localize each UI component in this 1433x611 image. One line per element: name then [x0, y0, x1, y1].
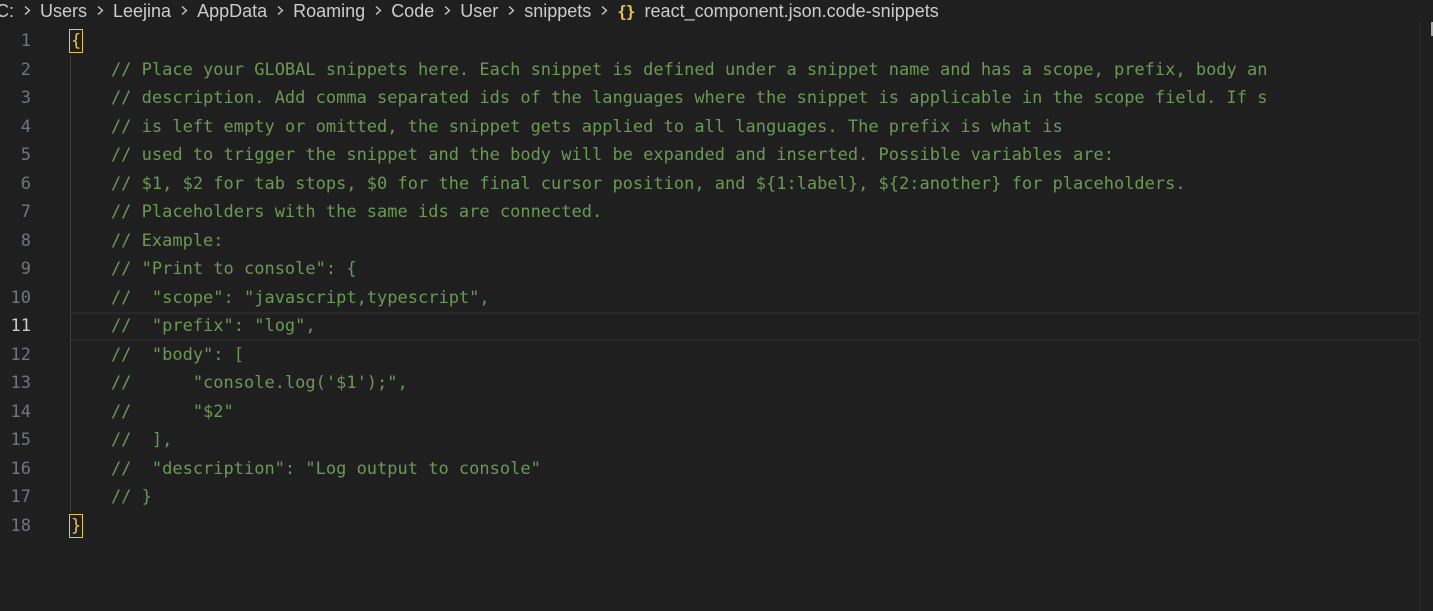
comment-text: // $1, $2 for tab stops, $0 for the fina… — [70, 173, 1186, 194]
bracket-match: } — [69, 512, 84, 541]
bracket-match: { — [69, 27, 84, 56]
line-number: 5 — [20, 145, 31, 165]
line-number: 18 — [10, 515, 31, 536]
comment-text: // Placeholders with the same ids are co… — [70, 202, 603, 222]
code-line[interactable]: 6 // $1, $2 for tab stops, $0 for the fi… — [0, 170, 1420, 199]
matched-brace: } — [69, 513, 84, 538]
code-line[interactable]: 7 // Placeholders with the same ids are … — [0, 198, 1420, 227]
breadcrumb-item-appdata[interactable]: AppData — [197, 1, 267, 22]
line-number: 10 — [10, 287, 31, 308]
line-number: 11 — [10, 316, 31, 336]
line-number: 16 — [10, 458, 31, 479]
chevron-right-icon — [600, 5, 609, 15]
line-number: 12 — [10, 344, 31, 365]
code-line[interactable]: 17 // } — [0, 483, 1420, 512]
chevron-right-icon — [443, 5, 452, 15]
chevron-right-icon — [276, 5, 285, 15]
breadcrumb-item-users[interactable]: Users — [40, 1, 87, 22]
code-line[interactable]: 10 // "scope": "javascript,typescript", — [0, 284, 1420, 313]
breadcrumb-item-user-folder[interactable]: Leejina — [113, 1, 171, 22]
comment-text: // "console.log('$1');", — [70, 373, 408, 393]
code-line[interactable]: 13 // "console.log('$1');", — [0, 369, 1420, 398]
line-number: 7 — [20, 202, 31, 222]
code-editor[interactable]: 1{2 // Place your GLOBAL snippets here. … — [0, 27, 1433, 611]
comment-text: // "body": [ — [70, 344, 244, 365]
chevron-right-icon — [180, 5, 189, 15]
code-line[interactable]: 12 // "body": [ — [0, 341, 1420, 370]
line-number: 8 — [20, 230, 31, 251]
code-line[interactable]: 16 // "description": "Log output to cons… — [0, 455, 1420, 484]
breadcrumb-item-code[interactable]: Code — [391, 1, 434, 22]
chevron-right-icon — [23, 5, 32, 15]
comment-text: // Example: — [70, 230, 224, 251]
line-number: 3 — [20, 88, 31, 108]
matched-brace: { — [69, 29, 84, 53]
breadcrumb-item-file[interactable]: react_component.json.code-snippets — [645, 1, 939, 22]
line-number: 17 — [10, 487, 31, 507]
comment-text: // "scope": "javascript,typescript", — [70, 287, 490, 308]
json-file-icon: {} — [617, 1, 635, 21]
comment-text: // description. Add comma separated ids … — [70, 88, 1268, 108]
code-line[interactable]: 18} — [0, 512, 1420, 541]
chevron-right-icon — [374, 5, 383, 15]
code-line[interactable]: 1{ — [0, 27, 1420, 56]
breadcrumb-item-drive[interactable]: C: — [0, 1, 14, 22]
comment-text: // is left empty or omitted, the snippet… — [70, 116, 1063, 137]
breadcrumb: C: Users Leejina AppData Roaming Code Us… — [0, 0, 1433, 22]
breadcrumb-item-user[interactable]: User — [460, 1, 498, 22]
code-line[interactable]: 11 // "prefix": "log", — [0, 312, 1420, 341]
line-number: 15 — [10, 430, 31, 450]
comment-text: // "description": "Log output to console… — [70, 458, 541, 479]
chevron-right-icon — [96, 5, 105, 15]
vertical-scrollbar[interactable] — [1419, 22, 1433, 611]
code-line[interactable]: 9 // "Print to console": { — [0, 255, 1420, 284]
breadcrumb-item-roaming[interactable]: Roaming — [293, 1, 365, 22]
line-number: 6 — [20, 173, 31, 194]
line-number: 14 — [10, 401, 31, 422]
code-line[interactable]: 2 // Place your GLOBAL snippets here. Ea… — [0, 56, 1420, 85]
editor-window: C: Users Leejina AppData Roaming Code Us… — [0, 0, 1433, 611]
line-number: 13 — [10, 373, 31, 393]
comment-text: // "$2" — [70, 401, 234, 422]
line-number: 4 — [20, 116, 31, 137]
comment-text: // } — [70, 487, 152, 507]
comment-text: // ], — [70, 430, 173, 450]
line-number: 9 — [20, 259, 31, 279]
code-line[interactable]: 3 // description. Add comma separated id… — [0, 84, 1420, 113]
line-number: 2 — [20, 59, 31, 80]
code-line[interactable]: 4 // is left empty or omitted, the snipp… — [0, 113, 1420, 142]
comment-text: // Place your GLOBAL snippets here. Each… — [70, 59, 1268, 80]
code-line[interactable]: 5 // used to trigger the snippet and the… — [0, 141, 1420, 170]
code-line[interactable]: 15 // ], — [0, 426, 1420, 455]
comment-text: // "Print to console": { — [70, 259, 357, 279]
line-number: 1 — [20, 31, 31, 51]
code-line[interactable]: 14 // "$2" — [0, 398, 1420, 427]
breadcrumb-item-snippets[interactable]: snippets — [524, 1, 591, 22]
comment-text: // used to trigger the snippet and the b… — [70, 145, 1114, 165]
code-line[interactable]: 8 // Example: — [0, 227, 1420, 256]
comment-text: // "prefix": "log", — [70, 316, 316, 336]
chevron-right-icon — [507, 5, 516, 15]
